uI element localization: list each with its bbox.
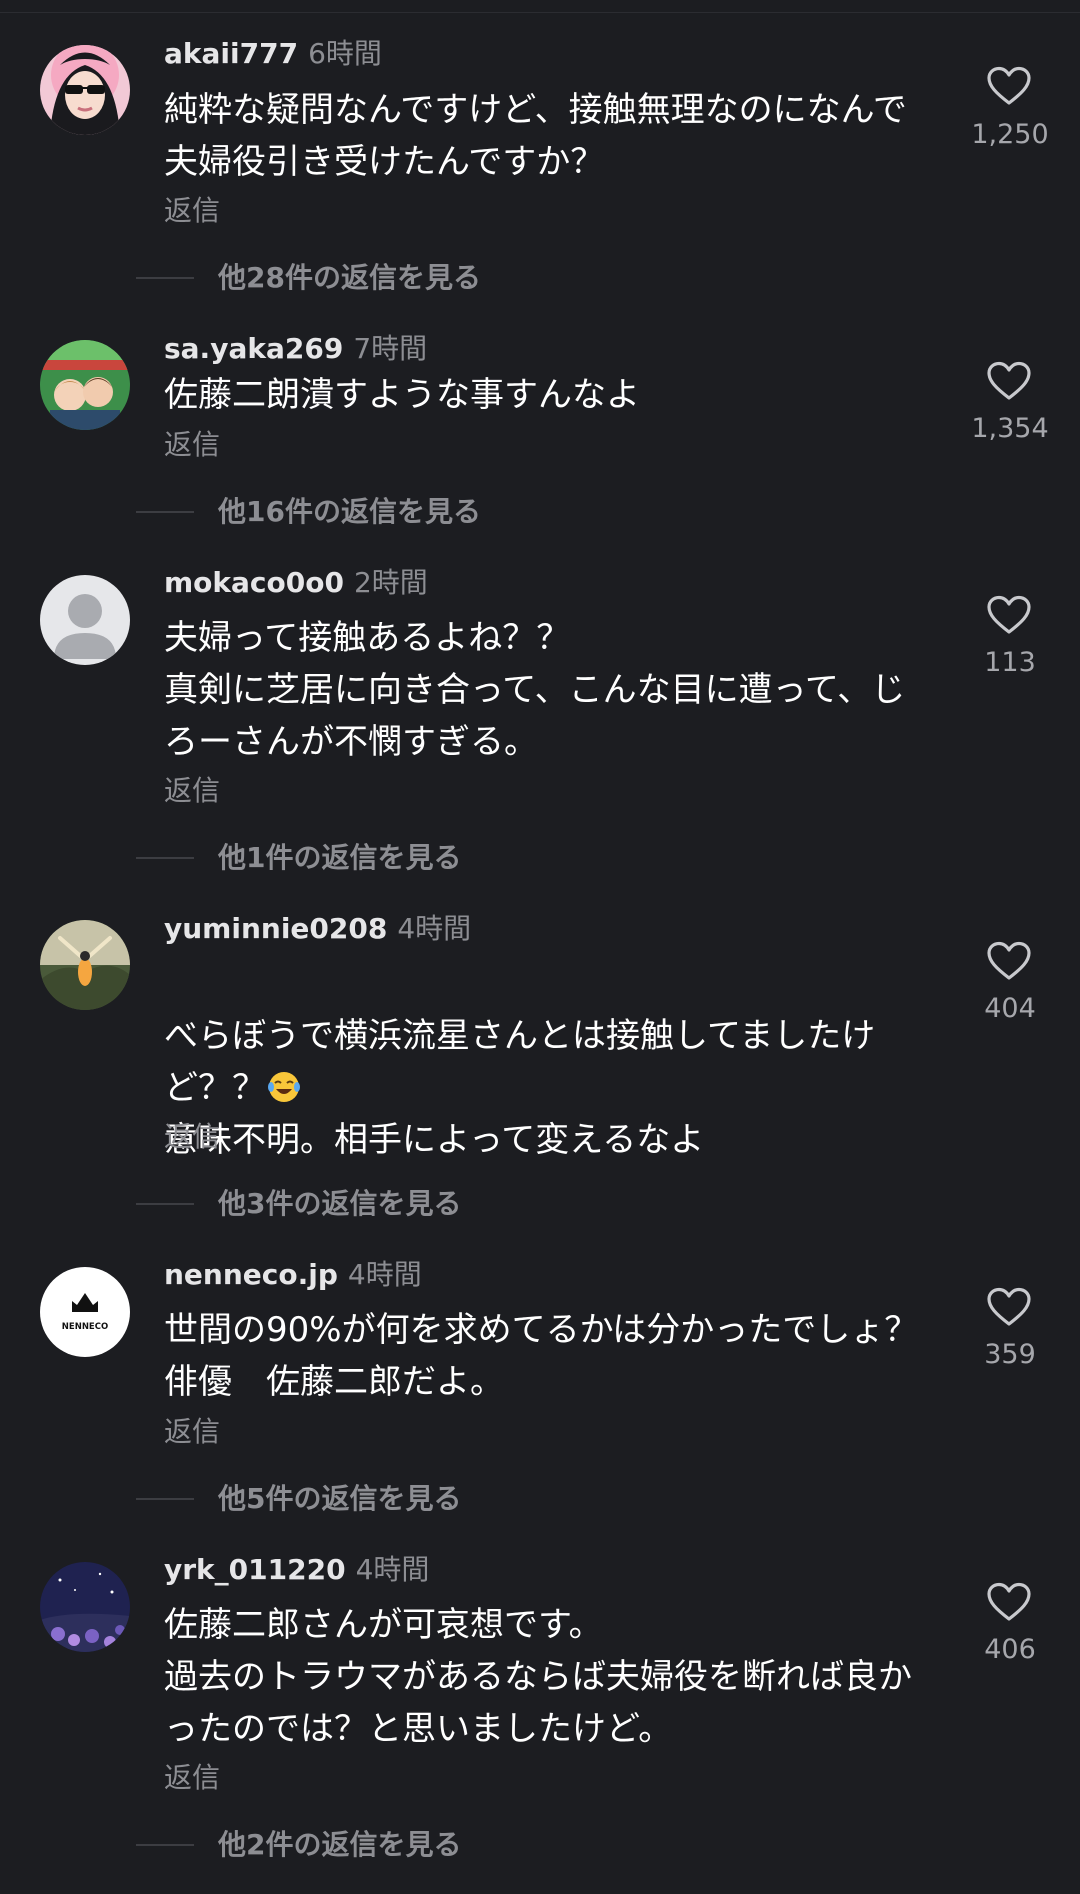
reply-button[interactable]: 返信 xyxy=(164,191,220,231)
like-count: 1,354 xyxy=(971,413,1049,444)
reply-button[interactable]: 返信 xyxy=(164,1758,220,1798)
timestamp: 7時間 xyxy=(353,332,428,365)
timestamp: 4時間 xyxy=(347,1258,422,1291)
username[interactable]: akaii777 xyxy=(164,37,298,70)
comment-meta: yuminnie0208 4時間 xyxy=(164,909,471,949)
divider-line xyxy=(136,857,194,859)
laughing-crying-emoji-icon xyxy=(268,1072,300,1102)
avatar[interactable] xyxy=(40,45,130,135)
heart-icon[interactable] xyxy=(986,594,1032,636)
username[interactable]: nenneco.jp xyxy=(164,1258,338,1291)
avatar[interactable] xyxy=(40,920,130,1010)
timestamp: 4時間 xyxy=(397,912,472,945)
reply-button[interactable]: 返信 xyxy=(164,425,220,465)
comment-text-line: ど？？ xyxy=(164,1068,266,1108)
like-count: 359 xyxy=(984,1339,1036,1370)
like-count: 406 xyxy=(984,1634,1036,1665)
avatar[interactable] xyxy=(40,575,130,665)
comment-meta: yrk_011220 4時間 xyxy=(164,1550,429,1590)
view-replies-button[interactable]: 他5件の返信を見る xyxy=(136,1479,461,1519)
divider-line xyxy=(136,1498,194,1500)
divider-line xyxy=(136,1844,194,1846)
view-replies-label: 他3件の返信を見る xyxy=(218,1187,462,1220)
avatar-logo-text: NENNECO xyxy=(62,1322,108,1332)
divider-line xyxy=(136,277,194,279)
reply-button[interactable]: 返信 xyxy=(164,1412,220,1452)
timestamp: 4時間 xyxy=(355,1553,430,1586)
avatar[interactable] xyxy=(40,340,130,430)
comment-text: 夫婦って接触あるよね？？ 真剣に芝居に向き合って、こんな目に遭って、じ ろーさん… xyxy=(164,618,906,762)
divider-line xyxy=(136,511,194,513)
like-count: 1,250 xyxy=(971,119,1049,150)
view-replies-button[interactable]: 他2件の返信を見る xyxy=(136,1825,461,1865)
comment-text: 佐藤二郎さんが可哀想です。 過去のトラウマがあるならば夫婦役を断れば良か ったの… xyxy=(164,1605,912,1749)
view-replies-label: 他5件の返信を見る xyxy=(218,1482,462,1515)
timestamp: 2時間 xyxy=(353,566,428,599)
heart-icon[interactable] xyxy=(986,360,1032,402)
heart-icon[interactable] xyxy=(986,65,1032,107)
reply-button[interactable]: 返信 xyxy=(164,1117,220,1157)
username[interactable]: mokaco0o0 xyxy=(164,566,344,599)
username[interactable]: yrk_011220 xyxy=(164,1553,346,1586)
view-replies-button[interactable]: 他16件の返信を見る xyxy=(136,492,481,532)
view-replies-button[interactable]: 他28件の返信を見る xyxy=(136,258,481,298)
view-replies-label: 他28件の返信を見る xyxy=(218,261,481,294)
comment-meta: akaii777 6時間 xyxy=(164,34,382,74)
comment-text: べらぼうで横浜流星さんとは接触してましたけ ど？？ 意味不明。相手によって変える… xyxy=(164,958,944,1166)
top-divider xyxy=(0,12,1080,13)
comment-text: 世間の90%が何を求めてるかは分かったでしょ？ 俳優 佐藤二郎だよ。 xyxy=(164,1310,919,1402)
heart-icon[interactable] xyxy=(986,1581,1032,1623)
heart-icon[interactable] xyxy=(986,1286,1032,1328)
view-replies-label: 他16件の返信を見る xyxy=(218,495,481,528)
username[interactable]: sa.yaka269 xyxy=(164,332,343,365)
comment-text-line: べらぼうで横浜流星さんとは接触してましたけ xyxy=(164,1016,876,1056)
like-count: 404 xyxy=(984,993,1036,1024)
comment-text: 純粋な疑問なんですけど、接触無理なのになんで 夫婦役引き受けたんですか？ xyxy=(164,90,907,182)
avatar[interactable]: NENNECO xyxy=(40,1267,130,1357)
comment-text: 佐藤二朗潰すような事すんなよ xyxy=(164,375,640,415)
view-replies-label: 他1件の返信を見る xyxy=(218,841,462,874)
comment-text-line: 意味不明。相手によって変えるなよ xyxy=(164,1120,705,1160)
view-replies-label: 他2件の返信を見る xyxy=(218,1828,462,1861)
avatar[interactable] xyxy=(40,1562,130,1652)
username[interactable]: yuminnie0208 xyxy=(164,912,387,945)
divider-line xyxy=(136,1203,194,1205)
timestamp: 6時間 xyxy=(308,37,382,70)
comment-meta: mokaco0o0 2時間 xyxy=(164,563,428,603)
view-replies-button[interactable]: 他3件の返信を見る xyxy=(136,1184,461,1224)
reply-button[interactable]: 返信 xyxy=(164,771,220,811)
comment-meta: nenneco.jp 4時間 xyxy=(164,1255,422,1295)
heart-icon[interactable] xyxy=(986,940,1032,982)
view-replies-button[interactable]: 他1件の返信を見る xyxy=(136,838,461,878)
comment-meta: sa.yaka269 7時間 xyxy=(164,329,427,369)
like-count: 113 xyxy=(984,647,1036,678)
